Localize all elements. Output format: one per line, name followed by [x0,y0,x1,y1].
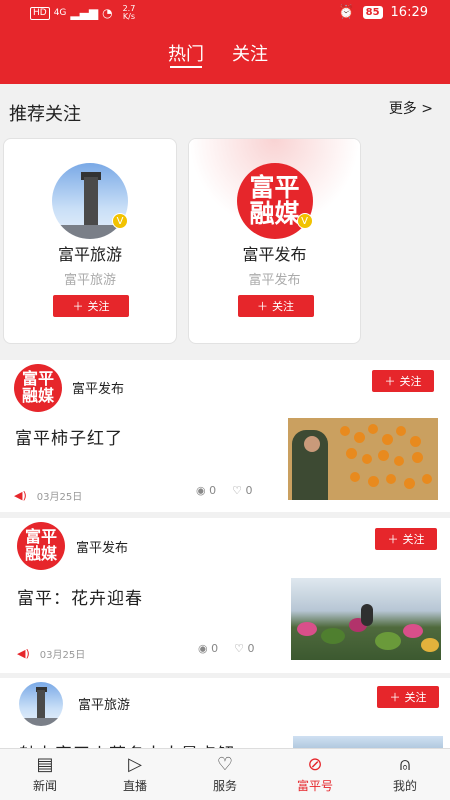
follow-button[interactable]: ＋ 关注 [53,295,129,317]
eye-icon: ◉ [198,642,208,655]
heart-icon: ♡ [232,484,242,497]
bottom-nav: ▤ 新闻 ▷ 直播 ♡ 服务 ⊘ 富平号 ⍝ 我的 [0,748,450,800]
post-thumbnail[interactable] [291,578,441,660]
fuping-media-logo: 富平 融媒 [17,522,65,570]
recommend-card[interactable]: 富平 融媒 V 富平发布 富平发布 ＋ 关注 [188,138,361,344]
eye-icon: ◉ [196,484,206,497]
follow-button[interactable]: ＋ 关注 [377,686,439,708]
recommend-section: 推荐关注 更多 > V 富平旅游 富平旅游 ＋ 关注 富平 融媒 V 富平发布 … [0,84,450,354]
more-link[interactable]: 更多 > [389,98,433,118]
follow-button[interactable]: ＋ 关注 [375,528,437,550]
avatar [19,682,63,726]
nav-service[interactable]: ♡ 服务 [180,749,270,800]
post-stats: ◉ 0 ♡ 0 [198,642,254,655]
signal-bars-icon: ▂▄▆ [70,6,99,20]
likes[interactable]: ♡ 0 [232,484,252,497]
newspaper-icon: ▤ [36,754,54,775]
feed-post[interactable]: 富平 融媒 富平发布 ＋ 关注 富平柿子红了 ◀) 03月25日 ◉ 0 ♡ 0 [0,360,450,512]
post-meta: ◀) 03月25日 [17,646,85,661]
post-thumbnail[interactable] [288,418,438,500]
active-tab-indicator [170,66,202,68]
user-icon: ⍝ [399,754,411,775]
tower-photo [19,682,63,726]
post-title[interactable]: 富平：花卉迎春 [17,584,143,609]
views: ◉ 0 [196,484,217,497]
plus-icon: ＋ [387,533,399,546]
hd-badge: HD [30,6,50,20]
plus-icon: ＋ [389,691,401,704]
plus-icon: ＋ [384,375,396,388]
top-tabs: 热门 关注 [0,40,450,70]
battery-level: 85 [362,6,383,19]
net-speed: 2.7 K/s [122,4,136,21]
feed-post[interactable]: 富平 融媒 富平发布 ＋ 关注 富平：花卉迎春 ◀) 03月25日 ◉ 0 ♡ … [0,518,450,673]
flower-greenhouse-photo [291,578,441,660]
heart-hand-icon: ♡ [216,754,234,775]
nav-news[interactable]: ▤ 新闻 [0,749,90,800]
nav-fuping-account[interactable]: ⊘ 富平号 [270,749,360,800]
feed-post[interactable]: 富平旅游 ＋ 关注 魅力富平丨著名十大景点解 [0,678,450,765]
post-date: 03月25日 [36,492,83,503]
plus-icon: ＋ [72,300,84,313]
views: ◉ 0 [198,642,219,655]
plus-icon: ＋ [257,300,268,313]
heart-icon: ♡ [234,642,244,655]
verified-badge-icon: V [112,213,128,229]
post-title[interactable]: 富平柿子红了 [15,424,123,449]
post-stats: ◉ 0 ♡ 0 [196,484,252,497]
account-name: 富平发布 [242,245,307,264]
post-date: 03月25日 [39,650,86,661]
likes[interactable]: ♡ 0 [234,642,254,655]
play-icon: ▷ [128,754,142,775]
account-subtitle: 富平发布 [248,273,301,288]
speaker-icon: ◀) [14,489,27,502]
avatar: 富平 融媒 [17,522,65,570]
persimmon-photo [288,418,438,500]
follow-button[interactable]: ＋ 关注 [372,370,434,392]
post-author[interactable]: 富平发布 [72,378,124,397]
alarm-icon: ⏰ [338,5,355,20]
compass-icon: ⊘ [307,754,323,775]
nav-live[interactable]: ▷ 直播 [90,749,180,800]
recommend-card[interactable]: V 富平旅游 富平旅游 ＋ 关注 [3,138,177,344]
status-bar: HD 4G ▂▄▆ ◔ 2.7 K/s ⏰ 85 16:29 [0,0,450,26]
speaker-icon: ◀) [17,647,30,660]
post-author[interactable]: 富平发布 [76,537,128,556]
account-name: 富平旅游 [57,245,122,264]
post-meta: ◀) 03月25日 [14,488,82,503]
tab-follow[interactable]: 关注 [232,40,268,66]
app-header: HD 4G ▂▄▆ ◔ 2.7 K/s ⏰ 85 16:29 热门 关注 [0,0,450,84]
signal-icon: 4G [53,8,67,18]
post-author[interactable]: 富平旅游 [78,694,130,713]
avatar: 富平 融媒 [14,364,62,412]
wifi-icon: ◔ [102,6,113,20]
verified-badge-icon: V [296,213,313,229]
nav-mine[interactable]: ⍝ 我的 [360,749,450,800]
clock: 16:29 [390,5,428,20]
follow-button[interactable]: ＋ 关注 [237,295,314,317]
account-subtitle: 富平旅游 [63,273,116,288]
section-title: 推荐关注 [9,104,81,125]
tab-hot[interactable]: 热门 [168,40,204,68]
fuping-media-logo: 富平 融媒 [14,364,62,412]
